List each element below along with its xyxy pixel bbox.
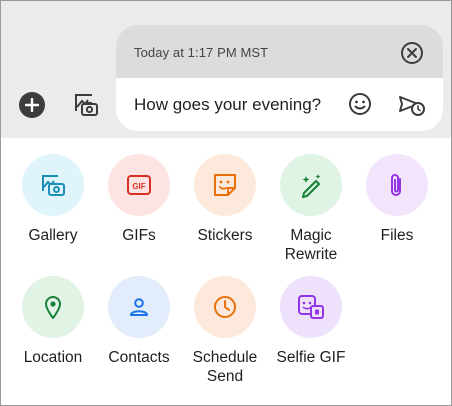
clock-icon — [214, 296, 236, 318]
tile-label: Location — [23, 349, 83, 366]
scheduled-time-header: Today at 1:17 PM MST — [116, 25, 443, 78]
gallery-camera-icon — [75, 94, 98, 116]
location-pin-icon — [45, 296, 61, 319]
gallery-camera-button[interactable] — [71, 89, 101, 119]
compose-bar: Today at 1:17 PM MST How goes your eveni… — [1, 1, 451, 138]
scheduled-send-button[interactable] — [398, 93, 426, 117]
attachment-grid: Gallery GIF GIFs Stickers Magic Rewrite … — [0, 138, 452, 404]
message-bubble: Today at 1:17 PM MST How goes your eveni… — [116, 25, 443, 131]
stickers-tile[interactable]: Stickers — [182, 154, 268, 245]
tile-label: Schedule Send — [192, 349, 258, 385]
tile-label: Files — [380, 227, 414, 244]
smiley-icon — [349, 93, 371, 115]
send-clock-icon — [399, 96, 425, 116]
tile-label: Stickers — [197, 227, 253, 244]
plus-icon — [25, 98, 39, 112]
cancel-schedule-button[interactable] — [400, 41, 424, 65]
tile-label: Magic Rewrite — [284, 227, 338, 263]
magic-rewrite-tile[interactable]: Magic Rewrite — [268, 154, 354, 264]
sticker-icon — [214, 174, 236, 196]
emoji-button[interactable] — [348, 92, 372, 116]
files-tile[interactable]: Files — [354, 154, 440, 245]
message-input[interactable]: How goes your evening? — [134, 95, 321, 115]
selfie-gif-tile[interactable]: Selfie GIF — [268, 276, 354, 367]
tile-label: Gallery — [28, 227, 78, 244]
tile-label: Contacts — [108, 349, 170, 366]
gifs-tile[interactable]: GIF GIFs — [96, 154, 182, 245]
schedule-send-tile[interactable]: Schedule Send — [182, 276, 268, 386]
contact-icon — [130, 298, 148, 316]
scheduled-timestamp: Today at 1:17 PM MST — [134, 45, 269, 60]
location-tile[interactable]: Location — [10, 276, 96, 367]
selfie-gif-icon — [298, 295, 324, 319]
tile-label: Selfie GIF — [276, 349, 346, 366]
gallery-tile[interactable]: Gallery — [10, 154, 96, 245]
svg-text:GIF: GIF — [132, 182, 145, 191]
gallery-icon — [42, 175, 65, 196]
close-circle-icon — [401, 42, 423, 64]
magic-pen-icon — [302, 174, 321, 198]
gif-icon: GIF — [127, 175, 151, 195]
add-button[interactable] — [19, 92, 45, 118]
tile-label: GIFs — [122, 227, 156, 244]
paperclip-icon — [391, 174, 401, 196]
contacts-tile[interactable]: Contacts — [96, 276, 182, 367]
